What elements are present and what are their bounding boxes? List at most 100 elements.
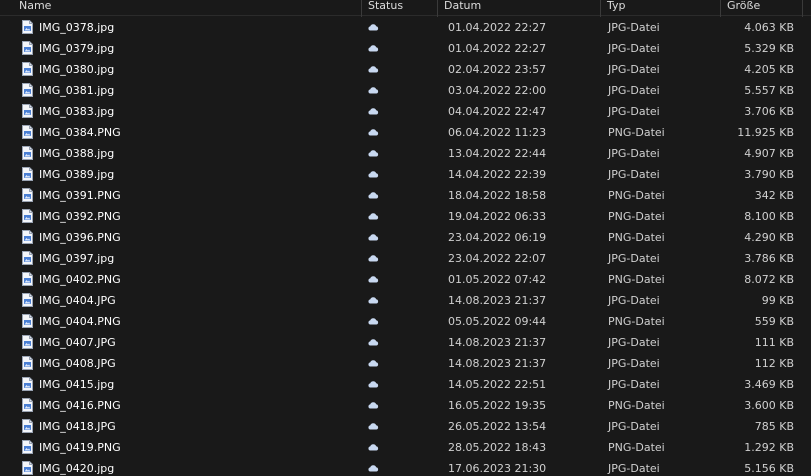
image-file-icon xyxy=(22,377,33,391)
file-name: IMG_0416.PNG xyxy=(39,399,121,412)
file-row[interactable]: IMG_0396.PNG 23.04.2022 06:19 PNG-Datei … xyxy=(0,227,811,248)
file-date: 04.04.2022 22:47 xyxy=(448,105,547,118)
cloud-icon xyxy=(368,213,379,220)
cloud-icon xyxy=(368,297,379,304)
file-size: 112 KB xyxy=(754,357,794,370)
file-type: PNG-Datei xyxy=(608,231,665,244)
file-row[interactable]: IMG_0389.jpg 14.04.2022 22:39 JPG-Datei … xyxy=(0,164,811,185)
file-row[interactable]: IMG_0402.PNG 01.05.2022 07:42 PNG-Datei … xyxy=(0,269,811,290)
cloud-icon xyxy=(368,66,379,73)
file-row[interactable]: IMG_0380.jpg 02.04.2022 23:57 JPG-Datei … xyxy=(0,59,811,80)
image-file-icon xyxy=(22,293,33,307)
file-row[interactable]: IMG_0404.JPG 14.08.2023 21:37 JPG-Datei … xyxy=(0,290,811,311)
file-row[interactable]: IMG_0404.PNG 05.05.2022 09:44 PNG-Datei … xyxy=(0,311,811,332)
file-row[interactable]: IMG_0419.PNG 28.05.2022 18:43 PNG-Datei … xyxy=(0,437,811,458)
file-name: IMG_0381.jpg xyxy=(39,84,115,97)
cloud-icon xyxy=(368,255,379,262)
file-row[interactable]: IMG_0407.JPG 14.08.2023 21:37 JPG-Datei … xyxy=(0,332,811,353)
file-name: IMG_0402.PNG xyxy=(39,273,121,286)
image-file-icon xyxy=(22,230,33,244)
file-row[interactable]: IMG_0384.PNG 06.04.2022 11:23 PNG-Datei … xyxy=(0,122,811,143)
image-file-icon xyxy=(22,188,33,202)
file-size: 342 KB xyxy=(754,189,794,202)
file-name: IMG_0397.jpg xyxy=(39,252,115,265)
column-header-date[interactable]: Datum xyxy=(438,0,600,15)
file-date: 14.08.2023 21:37 xyxy=(448,294,547,307)
file-type: PNG-Datei xyxy=(608,399,665,412)
file-size: 5.329 KB xyxy=(744,42,794,55)
file-row[interactable]: IMG_0379.jpg 01.04.2022 22:27 JPG-Datei … xyxy=(0,38,811,59)
file-size: 3.786 KB xyxy=(744,252,794,265)
file-explorer-details-view: Name Status Datum Typ Größe IMG_0378.jpg… xyxy=(0,0,811,476)
file-row[interactable]: IMG_0388.jpg 13.04.2022 22:44 JPG-Datei … xyxy=(0,143,811,164)
file-size: 111 KB xyxy=(754,336,794,349)
file-size: 11.925 KB xyxy=(737,126,794,139)
file-size: 785 KB xyxy=(754,420,794,433)
file-row[interactable]: IMG_0392.PNG 19.04.2022 06:33 PNG-Datei … xyxy=(0,206,811,227)
file-size: 4.907 KB xyxy=(744,147,794,160)
image-file-icon xyxy=(22,62,33,76)
file-type: PNG-Datei xyxy=(608,210,665,223)
file-type: JPG-Datei xyxy=(608,336,660,349)
file-row[interactable]: IMG_0391.PNG 18.04.2022 18:58 PNG-Datei … xyxy=(0,185,811,206)
file-type: PNG-Datei xyxy=(608,441,665,454)
file-name: IMG_0380.jpg xyxy=(39,63,115,76)
file-type: PNG-Datei xyxy=(608,273,665,286)
image-file-icon xyxy=(22,272,33,286)
image-file-icon xyxy=(22,146,33,160)
file-date: 06.04.2022 11:23 xyxy=(448,126,547,139)
file-name: IMG_0389.jpg xyxy=(39,168,115,181)
file-name: IMG_0383.jpg xyxy=(39,105,115,118)
image-file-icon xyxy=(22,104,33,118)
file-row[interactable]: IMG_0378.jpg 01.04.2022 22:27 JPG-Datei … xyxy=(0,17,811,38)
file-date: 01.04.2022 22:27 xyxy=(448,21,547,34)
file-date: 18.04.2022 18:58 xyxy=(448,189,547,202)
file-size: 3.600 KB xyxy=(744,399,794,412)
file-row[interactable]: IMG_0416.PNG 16.05.2022 19:35 PNG-Datei … xyxy=(0,395,811,416)
column-header-size[interactable]: Größe xyxy=(721,0,801,15)
file-date: 01.05.2022 07:42 xyxy=(448,273,547,286)
file-size: 99 KB xyxy=(761,294,794,307)
cloud-icon xyxy=(368,318,379,325)
cloud-icon xyxy=(368,24,379,31)
file-type: JPG-Datei xyxy=(608,357,660,370)
file-row[interactable]: IMG_0418.JPG 26.05.2022 13:54 JPG-Datei … xyxy=(0,416,811,437)
file-row[interactable]: IMG_0381.jpg 03.04.2022 22:00 JPG-Datei … xyxy=(0,80,811,101)
image-file-icon xyxy=(22,440,33,454)
file-date: 02.04.2022 23:57 xyxy=(448,63,547,76)
column-header-type[interactable]: Typ xyxy=(601,0,719,15)
image-file-icon xyxy=(22,419,33,433)
file-name: IMG_0418.JPG xyxy=(39,420,116,433)
image-file-icon xyxy=(22,125,33,139)
file-row[interactable]: IMG_0415.jpg 14.05.2022 22:51 JPG-Datei … xyxy=(0,374,811,395)
file-row[interactable]: IMG_0408.JPG 14.08.2023 21:37 JPG-Datei … xyxy=(0,353,811,374)
file-date: 26.05.2022 13:54 xyxy=(448,420,547,433)
image-file-icon xyxy=(22,461,33,475)
file-row[interactable]: IMG_0397.jpg 23.04.2022 22:07 JPG-Datei … xyxy=(0,248,811,269)
image-file-icon xyxy=(22,356,33,370)
file-date: 23.04.2022 06:19 xyxy=(448,231,547,244)
file-size: 8.100 KB xyxy=(744,210,794,223)
file-size: 559 KB xyxy=(754,315,794,328)
cloud-icon xyxy=(368,234,379,241)
file-type: PNG-Datei xyxy=(608,315,665,328)
file-row[interactable]: IMG_0383.jpg 04.04.2022 22:47 JPG-Datei … xyxy=(0,101,811,122)
file-name: IMG_0396.PNG xyxy=(39,231,121,244)
file-type: JPG-Datei xyxy=(608,294,660,307)
column-divider[interactable] xyxy=(802,0,803,17)
image-file-icon xyxy=(22,335,33,349)
cloud-icon xyxy=(368,339,379,346)
file-type: JPG-Datei xyxy=(608,21,660,34)
file-date: 14.08.2023 21:37 xyxy=(448,357,547,370)
cloud-icon xyxy=(368,381,379,388)
file-type: JPG-Datei xyxy=(608,105,660,118)
file-type: JPG-Datei xyxy=(608,84,660,97)
file-name: IMG_0384.PNG xyxy=(39,126,121,139)
file-date: 19.04.2022 06:33 xyxy=(448,210,547,223)
cloud-icon xyxy=(368,45,379,52)
image-file-icon xyxy=(22,314,33,328)
file-size: 3.706 KB xyxy=(744,105,794,118)
file-type: JPG-Datei xyxy=(608,63,660,76)
column-header-name[interactable]: Name xyxy=(13,0,361,15)
column-header-status[interactable]: Status xyxy=(362,0,436,15)
